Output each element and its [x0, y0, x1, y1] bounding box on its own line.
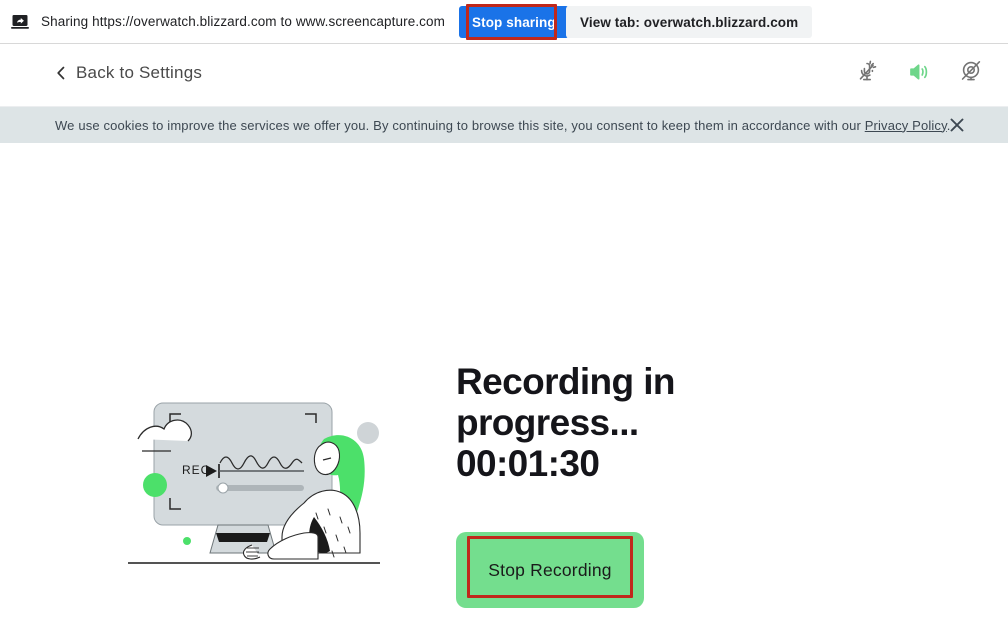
microphone-off-icon[interactable]: [852, 57, 882, 87]
back-to-settings-link[interactable]: Back to Settings: [55, 63, 202, 83]
stop-sharing-wrap: Stop sharing: [459, 6, 569, 38]
recording-timer: 00:01:30: [456, 443, 600, 484]
privacy-policy-link[interactable]: Privacy Policy: [865, 118, 947, 133]
speaker-on-icon[interactable]: [904, 57, 934, 87]
chevron-left-icon: [55, 65, 67, 81]
recording-status-line1: Recording in: [456, 361, 676, 402]
back-to-settings-label: Back to Settings: [76, 63, 203, 82]
stop-recording-button[interactable]: Stop Recording: [456, 532, 644, 608]
share-message: Sharing https://overwatch.blizzard.com t…: [41, 14, 445, 29]
recording-illustration: REC: [128, 393, 418, 583]
cookie-text-before: We use cookies to improve the services w…: [55, 117, 865, 133]
webcam-off-icon[interactable]: [956, 57, 986, 87]
screen-share-icon: [9, 11, 31, 33]
recording-status: Recording in progress... 00:01:30: [456, 361, 756, 484]
close-icon[interactable]: [946, 114, 968, 136]
page-root: Sharing https://overwatch.blizzard.com t…: [0, 0, 1008, 618]
view-tab-button[interactable]: View tab: overwatch.blizzard.com: [566, 6, 813, 38]
app-header: Back to Settings: [0, 45, 1008, 107]
header-icon-group: [852, 57, 986, 87]
recording-status-line2: progress...: [456, 402, 639, 443]
cookie-banner: We use cookies to improve the services w…: [0, 107, 1008, 143]
main-content: REC Recording in progress... 00:01:30 St…: [0, 143, 1008, 618]
stop-sharing-button[interactable]: Stop sharing: [459, 6, 569, 38]
cookie-banner-text: We use cookies to improve the services w…: [55, 118, 951, 133]
screen-share-bar: Sharing https://overwatch.blizzard.com t…: [0, 0, 1008, 44]
